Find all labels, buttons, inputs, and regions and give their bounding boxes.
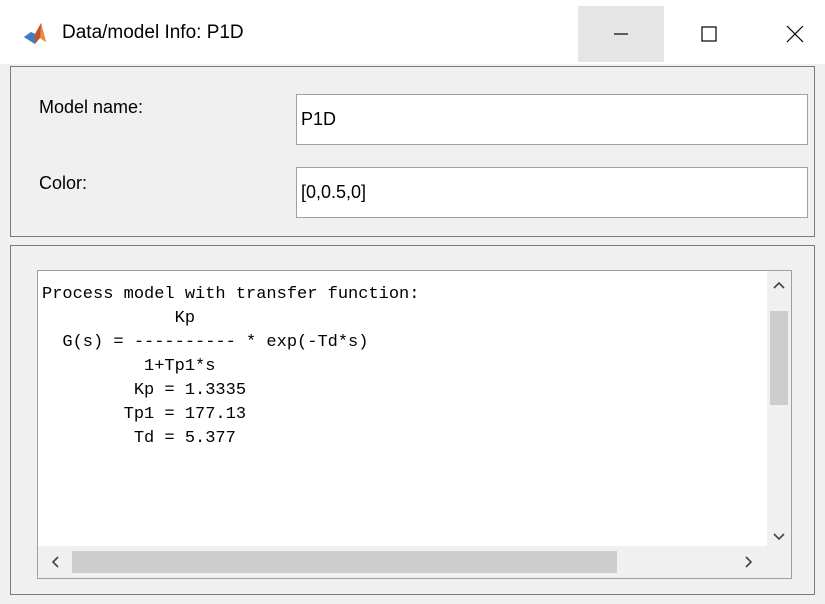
vertical-scroll-thumb[interactable]	[770, 311, 788, 405]
model-info-text: Process model with transfer function: Kp…	[42, 283, 772, 545]
title-bar: Data/model Info: P1D	[0, 0, 825, 64]
chevron-up-icon	[773, 281, 785, 289]
info-line: Td = 5.377	[42, 429, 236, 448]
chevron-right-icon	[745, 556, 753, 568]
info-line: Kp = 1.3335	[42, 381, 247, 400]
scrollbar-corner	[767, 546, 791, 578]
info-line: Tp1 = 177.13	[42, 405, 247, 424]
window-title: Data/model Info: P1D	[62, 22, 244, 43]
model-info-textarea[interactable]: Process model with transfer function: Kp…	[37, 270, 792, 579]
chevron-left-icon	[51, 556, 59, 568]
scroll-up-button[interactable]	[767, 274, 791, 298]
vertical-scrollbar[interactable]	[767, 271, 791, 546]
close-button[interactable]	[752, 6, 825, 62]
scroll-down-button[interactable]	[767, 524, 791, 548]
horizontal-scrollbar[interactable]	[38, 546, 768, 578]
model-name-label: Model name:	[39, 97, 144, 117]
color-input[interactable]	[296, 167, 808, 218]
minimize-button[interactable]	[578, 6, 664, 62]
matlab-icon	[24, 23, 46, 44]
close-icon	[786, 25, 804, 43]
info-line: G(s) = ---------- * exp(-Td*s)	[42, 333, 369, 352]
minimize-icon	[614, 33, 628, 35]
color-label: Color:	[39, 173, 88, 193]
info-line: Process model with transfer function:	[42, 285, 420, 304]
model-properties-panel: Model name: Color:	[10, 66, 815, 237]
scroll-right-button[interactable]	[736, 550, 760, 574]
model-name-input[interactable]	[296, 94, 808, 145]
info-line: 1+Tp1*s	[42, 357, 216, 376]
model-info-panel: Process model with transfer function: Kp…	[10, 245, 815, 595]
maximize-icon	[701, 26, 717, 42]
maximize-button[interactable]	[666, 6, 752, 62]
info-line: Kp	[42, 309, 196, 328]
horizontal-scroll-thumb[interactable]	[72, 551, 617, 573]
chevron-down-icon	[773, 533, 785, 541]
scroll-left-button[interactable]	[44, 550, 68, 574]
